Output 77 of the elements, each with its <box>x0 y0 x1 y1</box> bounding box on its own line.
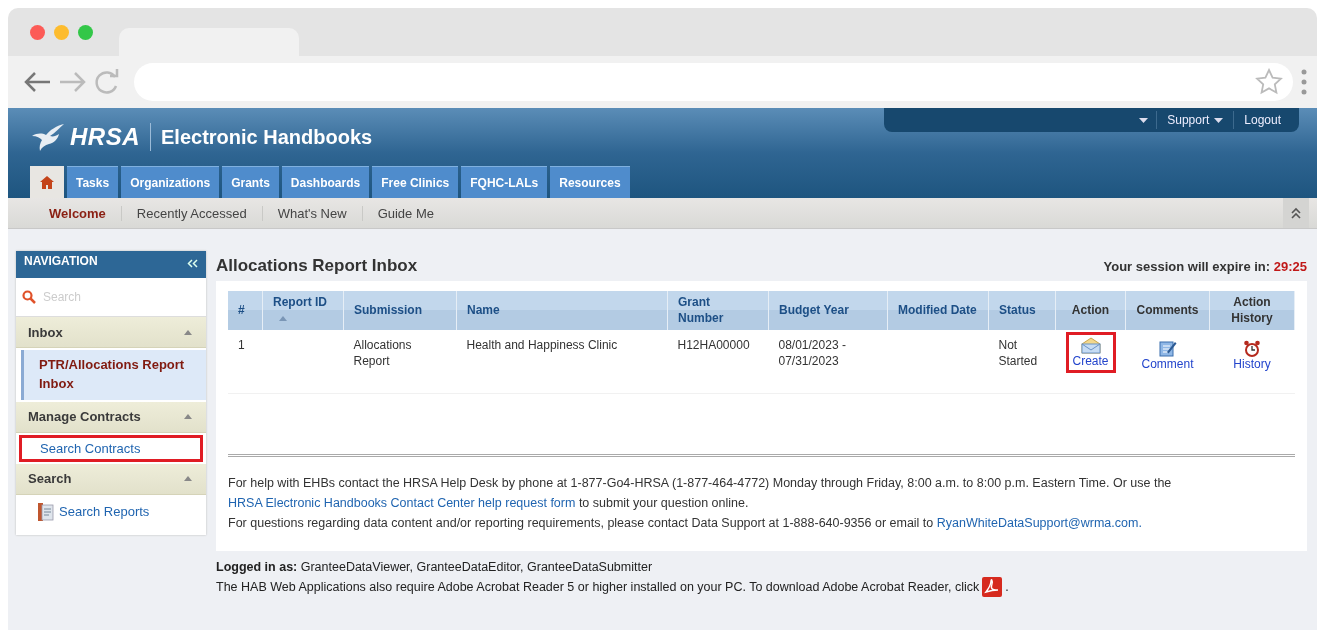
session-timer: Your session will expire in: 29:25 <box>1103 258 1307 274</box>
minimize-dot[interactable] <box>54 24 69 40</box>
search-icon <box>22 290 36 304</box>
nav-tab[interactable]: Grants <box>222 166 279 198</box>
section-header[interactable]: Search <box>16 463 206 495</box>
column-header[interactable]: Submission <box>343 291 457 331</box>
action-link[interactable]: History <box>1227 338 1277 374</box>
top-menu-link[interactable]: Logout <box>1242 113 1283 127</box>
help-text: For help with EHBs contact the HRSA Help Desk by phone at 1-877-Go4-HRSA (1-877-464-4772) Monday through Friday, 8:00 a.m. to 8:00 p.m. Eastern Time. Or use the HRSA Electronic Handbooks Contact Center help request form to submit your question online. <box>228 475 1173 513</box>
envelope-icon <box>1080 337 1101 355</box>
sidebar-title: NAVIGATION <box>24 254 98 268</box>
site-title: Electronic Handbooks <box>161 125 373 149</box>
help-text: For questions regarding data content and/or reporting requirements, please contact Data Support at 1-888-640-9356 or email to RyanWhiteDataSupport@wrma.com. <box>228 515 1143 533</box>
caret-icon[interactable] <box>1139 117 1149 123</box>
column-header[interactable]: Status <box>988 291 1056 331</box>
top-menu-link[interactable]: Support <box>1165 113 1226 127</box>
page-title: Allocations Report Inbox <box>216 256 418 276</box>
star-icon[interactable] <box>1255 68 1283 96</box>
home-tab[interactable] <box>30 166 64 198</box>
double-chevron-icon <box>1291 207 1301 219</box>
nav-tab[interactable]: Dashboards <box>281 166 370 198</box>
subnav-tab[interactable]: Guide Me <box>361 205 449 221</box>
nav-tab[interactable]: Free Clinics <box>372 166 459 198</box>
column-header: Action <box>1055 291 1126 331</box>
address-field[interactable] <box>134 63 1293 101</box>
nav-tab[interactable]: FQHC-LALs <box>461 166 548 198</box>
maximize-dot[interactable] <box>78 24 93 40</box>
table-cell: Health and Happiness Clinic <box>466 338 618 354</box>
column-header[interactable]: Report ID <box>262 291 344 331</box>
subnav-tab[interactable]: Welcome <box>34 205 121 221</box>
column-header[interactable]: Budget Year <box>768 291 888 331</box>
sidebar-item[interactable]: PTR/Allocations Report Inbox <box>21 350 206 400</box>
adobe-note-end: . <box>1005 579 1009 597</box>
sidebar-item[interactable]: Search Reports <box>16 496 206 527</box>
collapse-button[interactable] <box>1283 198 1309 228</box>
column-header: Comments <box>1125 291 1210 331</box>
back-icon[interactable] <box>22 70 52 94</box>
column-header[interactable]: # <box>228 291 263 331</box>
action-link[interactable]: Comment <box>1135 338 1200 374</box>
collapse-icon[interactable] <box>187 259 198 268</box>
table-cell-text: 08/01/2023 - 07/31/2023 <box>778 338 847 370</box>
close-dot[interactable] <box>30 24 45 40</box>
subnav-tab[interactable]: What's New <box>261 205 362 221</box>
table-cell-text: Not Started <box>998 338 1039 370</box>
help-link[interactable]: RyanWhiteDataSupport@wrma.com. <box>936 516 1142 531</box>
forward-icon[interactable] <box>58 70 88 94</box>
adobe-note: The HAB Web Applications also require Adobe Acrobat Reader 5 or higher installed on your PC. To download Adobe Acrobat Reader, click <box>216 579 980 597</box>
logo-text: HRSA <box>70 123 140 151</box>
more-icon[interactable] <box>1299 68 1309 96</box>
column-header[interactable]: Modified Date <box>887 291 989 331</box>
caret-icon <box>184 476 192 482</box>
action-link[interactable]: Create <box>1065 332 1116 374</box>
caret-icon <box>1214 117 1224 123</box>
column-header[interactable]: Grant Number <box>667 291 769 331</box>
nav-tab[interactable]: Organizations <box>121 166 220 198</box>
column-header: Action History <box>1209 291 1295 331</box>
section-header[interactable]: Inbox <box>16 317 206 348</box>
alarm-clock-icon <box>1243 340 1261 358</box>
reload-icon[interactable] <box>94 69 120 95</box>
nav-tab[interactable]: Resources <box>550 166 630 198</box>
caret-icon <box>184 329 192 335</box>
section-header[interactable]: Manage Contracts <box>16 401 206 433</box>
pdf-icon[interactable] <box>982 577 1003 598</box>
column-header[interactable]: Name <box>456 291 668 331</box>
sort-icon <box>279 315 287 321</box>
report-icon <box>38 502 54 521</box>
nav-tab[interactable]: Tasks <box>67 166 119 198</box>
table-cell: 1 <box>238 338 245 354</box>
caret-icon <box>184 414 192 420</box>
home-icon <box>40 175 54 189</box>
help-link[interactable]: HRSA Electronic Handbooks Contact Center help request form <box>228 496 576 511</box>
sidebar-item[interactable]: Search Contracts <box>19 434 203 462</box>
note-pencil-icon <box>1158 340 1177 358</box>
table-cell: H12HA00000 <box>677 338 750 354</box>
logged-in-text: Logged in as: GranteeDataViewer, GranteeDataEditor, GranteeDataSubmitter <box>216 559 654 577</box>
subnav-tab[interactable]: Recently Accessed <box>120 205 262 221</box>
table-cell-text: Allocations Report <box>353 338 413 370</box>
